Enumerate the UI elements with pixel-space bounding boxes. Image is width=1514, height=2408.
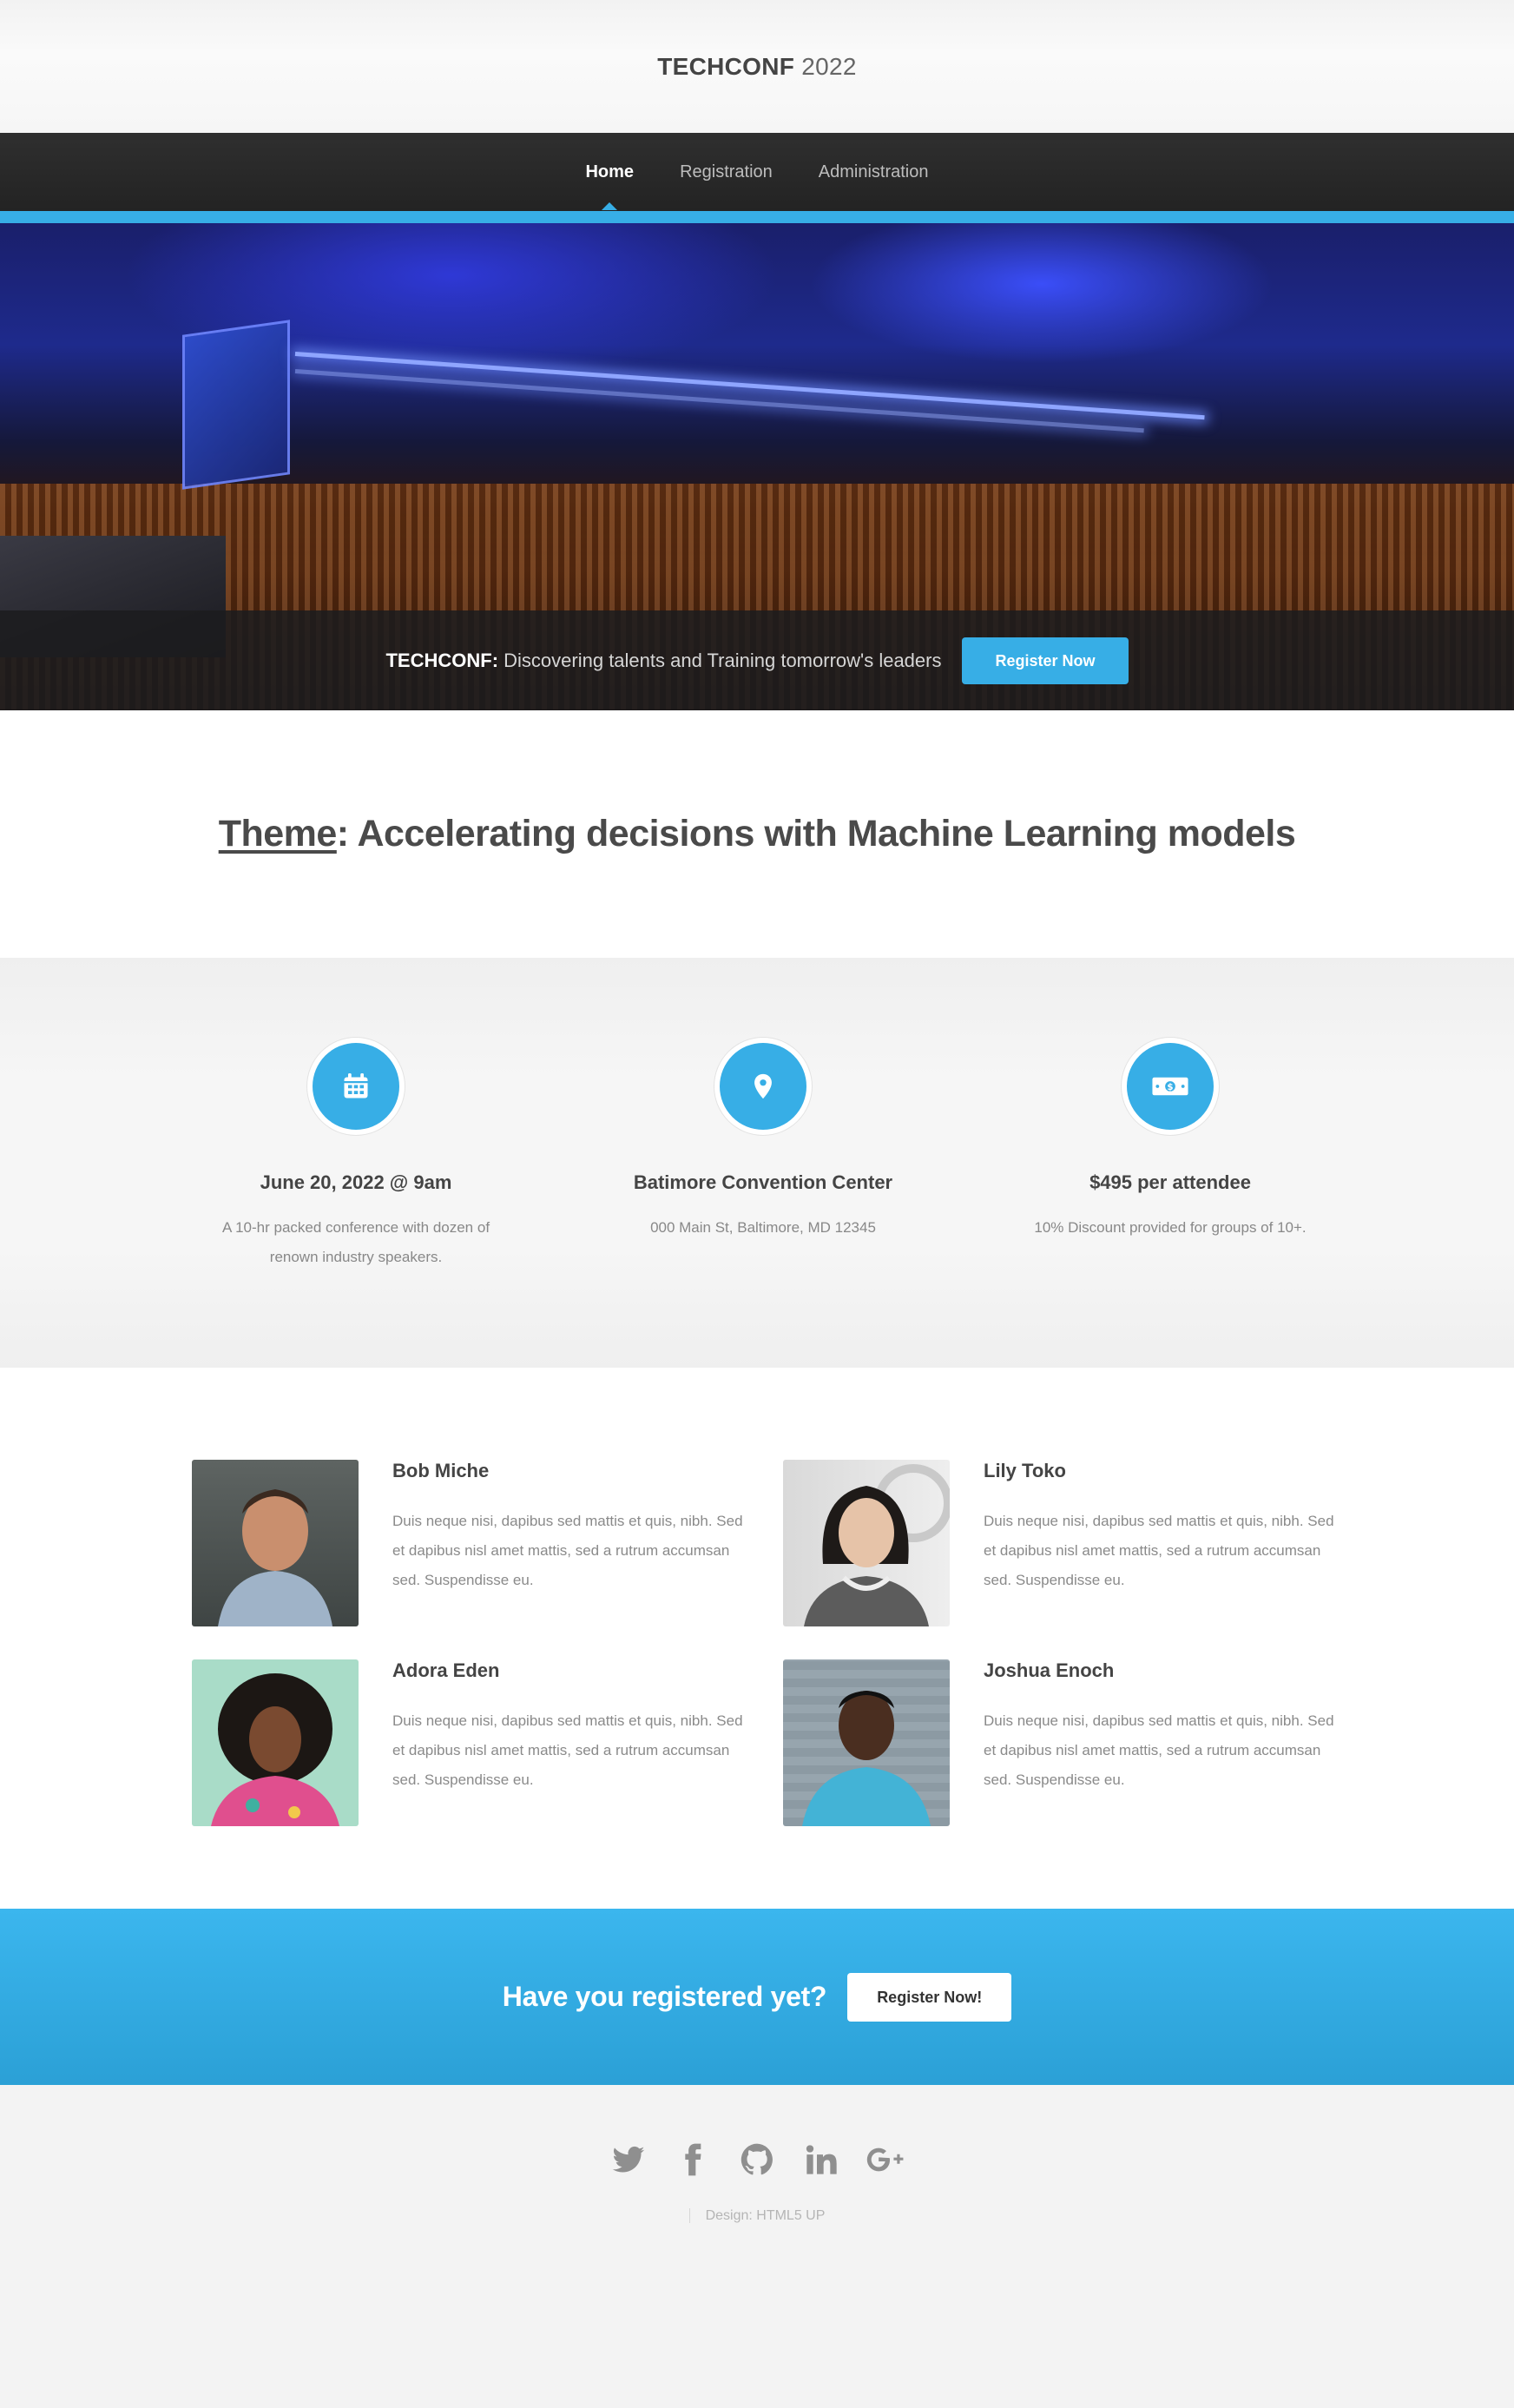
svg-text:$: $ bbox=[1167, 1082, 1173, 1092]
speaker-photo bbox=[192, 1659, 359, 1826]
site-header: TECHCONF 2022 bbox=[0, 0, 1514, 133]
speaker-card: Adora Eden Duis neque nisi, dapibus sed … bbox=[192, 1659, 747, 1826]
speaker-card: Lily Toko Duis neque nisi, dapibus sed m… bbox=[783, 1460, 1339, 1626]
theme-label: Theme bbox=[218, 813, 338, 854]
speaker-name: Bob Miche bbox=[392, 1460, 490, 1481]
calendar-icon bbox=[313, 1043, 399, 1130]
speaker-card: Bob Miche Duis neque nisi, dapibus sed m… bbox=[192, 1460, 747, 1626]
hero-banner: TECHCONF: Discovering talents and Traini… bbox=[0, 223, 1514, 710]
theme-heading: Theme: Accelerating decisions with Machi… bbox=[219, 813, 1296, 855]
feature-location: Batimore Convention Center 000 Main St, … bbox=[581, 958, 945, 1243]
speaker-photo bbox=[192, 1460, 359, 1626]
hero-caption-bar: TECHCONF: Discovering talents and Traini… bbox=[0, 610, 1514, 710]
feature-price: $ $495 per attendee 10% Discount provide… bbox=[988, 958, 1353, 1243]
speaker-photo bbox=[783, 1460, 950, 1626]
money-icon: $ bbox=[1127, 1043, 1214, 1130]
speaker-name: Lily Toko bbox=[984, 1460, 1066, 1481]
speaker-name: Joshua Enoch bbox=[984, 1659, 1115, 1681]
site-logo[interactable]: TECHCONF 2022 bbox=[657, 53, 857, 81]
map-pin-icon bbox=[720, 1043, 806, 1130]
nav-item-registration[interactable]: Registration bbox=[680, 162, 773, 182]
speaker-card: Joshua Enoch Duis neque nisi, dapibus se… bbox=[783, 1659, 1339, 1826]
logo-name: TECHCONF bbox=[657, 52, 795, 80]
feature-text: 000 Main St, Baltimore, MD 12345 bbox=[650, 1219, 876, 1236]
facebook-icon[interactable] bbox=[674, 2141, 712, 2179]
speaker-bio: Duis neque nisi, dapibus sed mattis et q… bbox=[984, 1712, 1334, 1788]
feature-title: June 20, 2022 @ 9am bbox=[260, 1171, 452, 1193]
hero-screen-image bbox=[182, 320, 290, 490]
nav-item-home[interactable]: Home bbox=[585, 162, 634, 182]
github-icon[interactable] bbox=[738, 2141, 776, 2179]
speaker-photo bbox=[783, 1659, 950, 1826]
theme-section: Theme: Accelerating decisions with Machi… bbox=[0, 710, 1514, 958]
google-plus-icon[interactable] bbox=[866, 2141, 905, 2179]
theme-text: : Accelerating decisions with Machine Le… bbox=[336, 813, 1296, 854]
logo-year: 2022 bbox=[801, 52, 857, 80]
speaker-bio: Duis neque nisi, dapibus sed mattis et q… bbox=[392, 1712, 743, 1788]
hero-tagline-strong: TECHCONF: bbox=[385, 649, 499, 671]
speakers-section: Bob Miche Duis neque nisi, dapibus sed m… bbox=[0, 1368, 1514, 1909]
feature-title: $495 per attendee bbox=[1089, 1171, 1251, 1193]
hero-light bbox=[294, 369, 1144, 433]
site-footer: Design: HTML5 UP bbox=[0, 2085, 1514, 2408]
main-nav: Home Registration Administration bbox=[0, 133, 1514, 211]
hero-light bbox=[294, 352, 1205, 420]
linkedin-icon[interactable] bbox=[802, 2141, 840, 2179]
cta-register-button[interactable]: Register Now! bbox=[847, 1972, 1012, 2022]
hero-tagline-text: Discovering talents and Training tomorro… bbox=[504, 649, 942, 671]
cta-banner: Have you registered yet? Register Now! bbox=[0, 1909, 1514, 2085]
feature-text: A 10-hr packed conference with dozen of … bbox=[221, 1219, 490, 1265]
footer-credit: Design: HTML5 UP bbox=[0, 2208, 1514, 2224]
twitter-icon[interactable] bbox=[609, 2141, 648, 2179]
nav-item-administration[interactable]: Administration bbox=[819, 162, 929, 182]
feature-title: Batimore Convention Center bbox=[633, 1171, 893, 1193]
cta-heading: Have you registered yet? bbox=[502, 1981, 827, 2012]
speaker-bio: Duis neque nisi, dapibus sed mattis et q… bbox=[984, 1513, 1334, 1588]
feature-text: 10% Discount provided for groups of 10+. bbox=[1034, 1219, 1307, 1236]
feature-date: June 20, 2022 @ 9am A 10-hr packed confe… bbox=[174, 958, 538, 1272]
social-links bbox=[0, 2141, 1514, 2179]
speaker-bio: Duis neque nisi, dapibus sed mattis et q… bbox=[392, 1513, 743, 1588]
features-section: June 20, 2022 @ 9am A 10-hr packed confe… bbox=[0, 958, 1514, 1368]
speaker-name: Adora Eden bbox=[392, 1659, 500, 1681]
hero-tagline: TECHCONF: Discovering talents and Traini… bbox=[385, 650, 941, 672]
nav-accent-bar bbox=[0, 211, 1514, 223]
footer-credit-text[interactable]: Design: HTML5 UP bbox=[688, 2208, 826, 2223]
hero-register-button[interactable]: Register Now bbox=[962, 637, 1129, 684]
